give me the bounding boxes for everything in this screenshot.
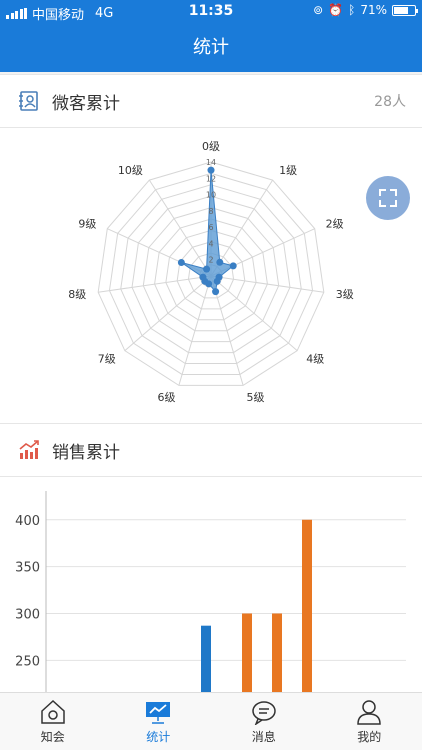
radar-category-label: 0级 — [202, 140, 220, 153]
customers-count: 28人 — [374, 94, 406, 110]
bar-y-tick-label: 350 — [15, 561, 40, 576]
customers-section-header: 微客累计 28人 — [0, 74, 422, 128]
tab-inform[interactable]: 知会 — [0, 693, 106, 750]
radar-category-label: 7级 — [98, 353, 116, 366]
radar-point — [213, 277, 221, 285]
radar-point — [203, 265, 211, 273]
radar-category-label: 3级 — [336, 288, 354, 301]
radar-scale-label: 8 — [208, 207, 213, 216]
user-icon — [357, 699, 382, 725]
signal-icon — [6, 8, 27, 19]
radar-point — [199, 273, 207, 281]
radar-scale-label: 2 — [208, 256, 213, 265]
lock-rotation-icon: ⊚ — [313, 3, 324, 17]
tab-bar: 知会 统计 消息 我的 — [0, 692, 422, 750]
expand-icon — [379, 189, 397, 207]
tab-label: 统计 — [146, 729, 171, 744]
bar — [272, 613, 282, 703]
tab-messages[interactable]: 消息 — [211, 693, 317, 750]
tab-label: 消息 — [251, 729, 276, 744]
radar-category-label: 4级 — [306, 353, 324, 366]
radar-category-label: 6级 — [158, 391, 176, 404]
page-title: 统计 — [193, 37, 229, 58]
tab-statistics[interactable]: 统计 — [106, 693, 212, 750]
sales-title: 销售累计 — [52, 442, 120, 463]
bar-y-tick-label: 250 — [15, 654, 40, 669]
radar-axis-line — [210, 275, 324, 293]
radar-category-label: 9级 — [78, 218, 96, 231]
tab-label: 知会 — [40, 729, 65, 744]
radar-category-label: 5级 — [246, 391, 264, 404]
carrier-label: 中国移动 — [32, 8, 85, 23]
radar-axis-line — [98, 275, 212, 293]
radar-category-label: 10级 — [118, 164, 143, 177]
radar-point — [207, 166, 215, 174]
contact-book-icon — [18, 90, 40, 112]
radar-chart-panel: 2 4 6 8 10 12 14 0级 1级 2级 3级 4级 5级 6级 7级 8级 9级 10级 — [0, 128, 422, 424]
bar — [302, 519, 312, 703]
fullscreen-button[interactable] — [366, 176, 410, 220]
bar-y-tick-label: 300 — [15, 608, 40, 623]
bar-chart-panel: 150200250300350400 — [0, 477, 422, 750]
chart-board-icon — [146, 701, 171, 724]
sales-section-header: 销售累计 — [0, 423, 422, 477]
bar — [201, 625, 211, 703]
radar-point — [177, 258, 185, 266]
radar-point — [212, 288, 220, 296]
alarm-icon: ⏰ — [328, 3, 344, 17]
bluetooth-icon: ᛒ — [348, 3, 356, 17]
radar-scale-label: 14 — [206, 158, 216, 167]
battery-icon — [392, 4, 418, 16]
status-bar: 中国移动 4G 11:35 ⊚ ⏰ ᛒ 71% — [0, 0, 422, 24]
radar-scale-label: 4 — [208, 239, 213, 248]
network-label: 4G — [95, 6, 114, 21]
tab-mine[interactable]: 我的 — [317, 693, 422, 750]
bar-y-tick-label: 400 — [15, 514, 40, 529]
nav-bar: 统计 — [0, 24, 422, 72]
radar-point — [229, 262, 237, 270]
tab-label: 我的 — [357, 729, 382, 744]
radar-category-label: 2级 — [326, 218, 344, 231]
radar-category-label: 8级 — [68, 288, 86, 301]
customers-title: 微客累计 — [52, 93, 120, 114]
radar-scale-label: 6 — [208, 223, 213, 232]
message-icon — [252, 700, 276, 725]
bar — [242, 613, 252, 703]
radar-scale-label: 10 — [206, 191, 216, 200]
bar-chart: 150200250300350400 — [15, 491, 406, 750]
trend-chart-icon — [18, 439, 40, 461]
battery-label: 71% — [360, 3, 387, 17]
radar-category-label: 1级 — [279, 164, 297, 177]
home-icon — [41, 699, 65, 724]
radar-scale-label: 12 — [206, 174, 216, 183]
radar-chart: 2 4 6 8 10 12 14 0级 1级 2级 3级 4级 5级 6级 7级 8级 9级 10级 — [68, 140, 354, 404]
radar-point — [216, 258, 224, 266]
